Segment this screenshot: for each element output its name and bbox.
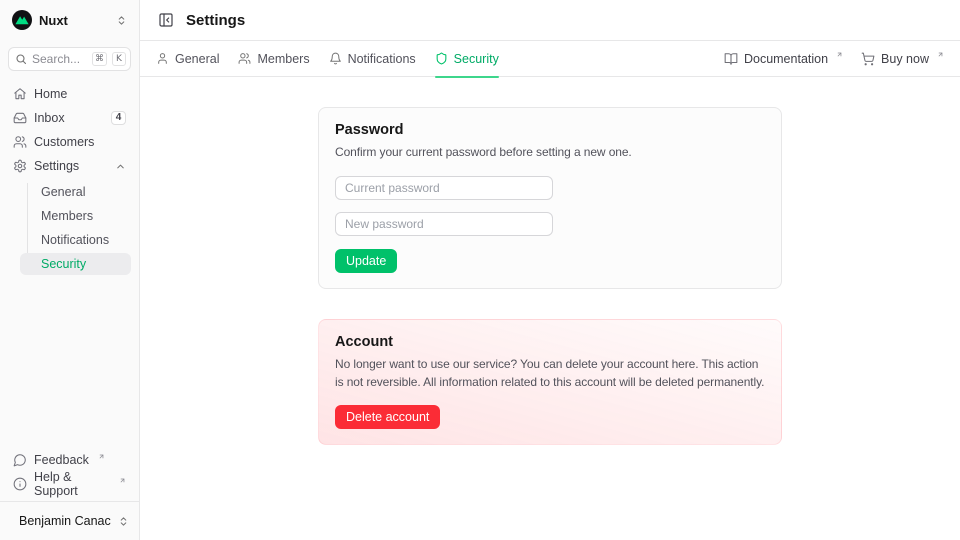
account-card: Account No longer want to use our servic… — [318, 319, 782, 445]
tab-label: Notifications — [348, 52, 416, 66]
page-header: Settings — [140, 0, 960, 41]
password-card: Password Confirm your current password b… — [318, 107, 782, 289]
sidebar-item-notifications[interactable]: Notifications — [20, 229, 131, 251]
sidebar-item-settings[interactable]: Settings — [8, 155, 131, 177]
password-card-title: Password — [335, 122, 765, 138]
users-icon — [238, 52, 251, 65]
update-password-button[interactable]: Update — [335, 249, 397, 273]
account-card-description: No longer want to use our service? You c… — [335, 355, 765, 392]
sidebar-item-label: Settings — [34, 159, 79, 173]
kbd-k: K — [112, 52, 126, 66]
kbd-meta: ⌘ — [92, 52, 107, 66]
sidebar-item-feedback[interactable]: Feedback — [8, 449, 131, 471]
new-password-field[interactable] — [335, 212, 553, 236]
main-panel: Settings General Members Notifications S… — [140, 0, 960, 540]
page-title: Settings — [186, 12, 245, 29]
sidebar-spacer — [8, 275, 131, 449]
sidebar-item-customers[interactable]: Customers — [8, 131, 131, 153]
user-name: Benjamin Canac — [19, 514, 111, 528]
sidebar-item-inbox[interactable]: Inbox 4 — [8, 107, 131, 129]
panel-left-close-icon — [158, 12, 174, 28]
tab-general[interactable]: General — [156, 41, 219, 77]
buy-now-label: Buy now — [881, 52, 929, 66]
external-link-icon — [937, 51, 944, 58]
tab-label: Members — [257, 52, 309, 66]
workspace-switcher[interactable]: Nuxt — [8, 8, 131, 32]
documentation-link[interactable]: Documentation — [724, 52, 843, 66]
external-link-icon — [836, 51, 843, 58]
info-circle-icon — [13, 477, 27, 491]
sidebar-item-label: General — [41, 185, 85, 199]
inbox-count-badge: 4 — [111, 111, 126, 125]
settings-security-content: Password Confirm your current password b… — [140, 77, 960, 540]
user-icon — [156, 52, 169, 65]
shopping-cart-icon — [861, 52, 875, 66]
book-open-icon — [724, 52, 738, 66]
password-card-description: Confirm your current password before set… — [335, 143, 765, 162]
chevron-up-icon — [115, 161, 126, 172]
documentation-label: Documentation — [744, 52, 828, 66]
home-icon — [13, 87, 27, 101]
sidebar-item-security[interactable]: Security — [20, 253, 131, 275]
chat-bubble-icon — [13, 453, 27, 467]
sidebar-item-general[interactable]: General — [20, 181, 131, 203]
sidebar-item-label: Security — [41, 257, 86, 271]
search-input[interactable]: Search... ⌘ K — [8, 47, 131, 71]
shield-icon — [435, 52, 448, 65]
sidebar-item-label: Inbox — [34, 111, 65, 125]
users-icon — [13, 135, 27, 149]
settings-submenu: General Members Notifications Security — [20, 181, 131, 275]
gear-icon — [13, 159, 27, 173]
sidebar-item-home[interactable]: Home — [8, 83, 131, 105]
chevrons-up-down-icon — [116, 15, 127, 26]
buy-now-link[interactable]: Buy now — [861, 52, 944, 66]
sidebar-item-label: Help & Support — [34, 470, 110, 498]
inbox-icon — [13, 111, 27, 125]
user-menu[interactable]: Benjamin Canac — [8, 508, 131, 534]
sidebar-item-label: Feedback — [34, 453, 89, 467]
sidebar-item-label: Members — [41, 209, 93, 223]
delete-account-button[interactable]: Delete account — [335, 405, 440, 429]
sidebar-footer-nav: Feedback Help & Support — [8, 449, 131, 495]
sidebar: Nuxt Search... ⌘ K Home Inbox 4 — [0, 0, 140, 540]
sidebar-item-label: Home — [34, 87, 67, 101]
bell-icon — [329, 52, 342, 65]
settings-tabbar: General Members Notifications Security — [140, 41, 960, 77]
sidebar-nav: Home Inbox 4 Customers Settings — [8, 83, 131, 275]
sidebar-item-label: Customers — [34, 135, 94, 149]
nuxt-logo-icon — [12, 10, 32, 30]
header-toolbar: Documentation Buy now — [724, 52, 944, 66]
sidebar-collapse-button[interactable] — [156, 10, 176, 30]
tab-label: General — [175, 52, 219, 66]
tab-notifications[interactable]: Notifications — [329, 41, 416, 77]
tab-security[interactable]: Security — [435, 41, 499, 77]
current-password-field[interactable] — [335, 176, 553, 200]
chevrons-up-down-icon — [118, 516, 129, 527]
sidebar-item-label: Notifications — [41, 233, 109, 247]
tab-members[interactable]: Members — [238, 41, 309, 77]
search-placeholder: Search... — [32, 52, 87, 66]
tab-label: Security — [454, 52, 499, 66]
external-link-icon — [98, 453, 105, 460]
workspace-name: Nuxt — [39, 13, 68, 28]
sidebar-item-members[interactable]: Members — [20, 205, 131, 227]
sidebar-item-help-support[interactable]: Help & Support — [8, 473, 131, 495]
search-icon — [15, 53, 27, 65]
sidebar-divider — [0, 501, 139, 502]
external-link-icon — [119, 477, 126, 484]
account-card-title: Account — [335, 334, 765, 350]
